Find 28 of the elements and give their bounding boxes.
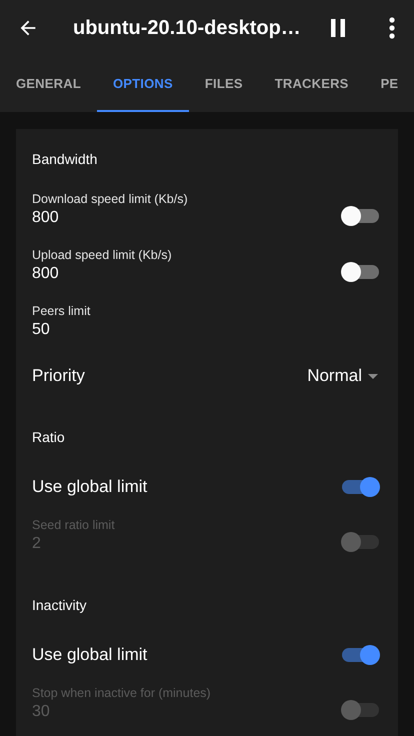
field-value[interactable]: 50	[32, 319, 90, 341]
toggle-switch[interactable]	[342, 209, 379, 223]
torrent-title: ubuntu-20.10-desktop…	[73, 16, 302, 40]
tab[interactable]: PE	[364, 56, 414, 112]
switch-label: Use global limit	[32, 645, 148, 665]
caret-down-icon[interactable]	[368, 374, 378, 378]
field-label: Upload speed limit (Kb/s)	[32, 247, 172, 263]
field-label: Seed ratio limit	[32, 517, 115, 533]
section-header: Bandwidth	[32, 150, 98, 169]
section-header: Ratio	[32, 428, 66, 447]
toggle-switch[interactable]	[342, 648, 379, 662]
field-label: Download speed limit (Kb/s)	[32, 191, 188, 207]
switch-label: Use global limit	[32, 477, 148, 497]
field-label: Stop when inactive for (minutes)	[32, 685, 211, 701]
field-value[interactable]: 800	[32, 263, 172, 285]
tab[interactable]: FILES	[188, 56, 259, 112]
field-label: Peers limit	[32, 303, 90, 319]
section-header: Inactivity	[32, 596, 88, 615]
pause-icon[interactable]	[331, 19, 345, 37]
tab[interactable]: TRACKERS	[258, 56, 365, 112]
tab[interactable]: GENERAL	[0, 56, 97, 112]
toggle-switch[interactable]	[342, 265, 379, 279]
more-options-icon[interactable]	[389, 17, 395, 39]
toggle-switch[interactable]	[342, 480, 379, 494]
priority-dropdown[interactable]: Normal	[307, 366, 382, 386]
priority-label: Priority	[32, 366, 85, 386]
field-value[interactable]: 800	[32, 207, 188, 229]
tab[interactable]: OPTIONS	[96, 56, 189, 112]
